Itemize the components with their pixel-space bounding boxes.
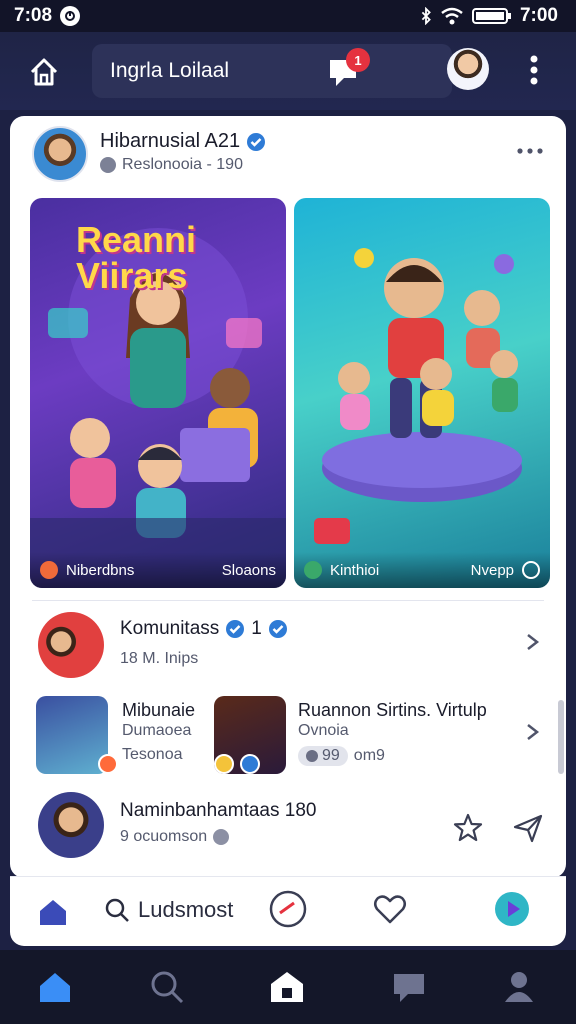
battery-icon xyxy=(471,8,511,24)
search-action[interactable]: Ludsmost xyxy=(104,897,233,923)
person-sub: 9 ocuomson xyxy=(120,828,230,846)
person-title: Naminbanhamtaas 180 xyxy=(120,800,317,821)
person-row[interactable]: Naminbanhamtaas 180 9 ocuomson xyxy=(10,792,566,866)
chevron-right-icon[interactable] xyxy=(522,632,542,652)
verified-icon xyxy=(268,620,287,638)
app-indicator-icon xyxy=(60,6,81,26)
author-avatar[interactable] xyxy=(32,126,88,182)
illustration-music-dance xyxy=(314,248,522,544)
badge-icon xyxy=(240,754,260,774)
person-sub-text: 9 ocuomson xyxy=(120,828,208,845)
community-sub: 18 M. Inips xyxy=(120,650,199,667)
tile-caption-text: Niberdbns xyxy=(66,561,135,579)
card-action-bar: Ludsmost xyxy=(10,876,566,946)
emoji-icon xyxy=(214,754,234,774)
app-header: Ingrla Loilaal xyxy=(0,32,576,110)
notification-badge: 1 xyxy=(346,48,370,72)
feed-card: Hibarnusial A21 Reslonooia - 190 Reanni … xyxy=(10,116,566,878)
count-pill-text: 99 xyxy=(322,747,340,764)
community-avatar xyxy=(38,612,104,678)
scrollbar[interactable] xyxy=(558,700,564,774)
community-row[interactable]: Komunitass 1 18 M. Inips xyxy=(10,610,566,684)
post-author-name: Hibarnusial A21 xyxy=(100,130,241,152)
nav-search-icon[interactable] xyxy=(148,968,186,1006)
wifi-icon xyxy=(441,7,463,25)
compass-icon[interactable] xyxy=(268,889,308,929)
settings-icon xyxy=(213,829,230,845)
status-left: 7:08 xyxy=(14,5,81,27)
search-icon xyxy=(105,898,129,922)
count-pill: 99 xyxy=(298,746,348,766)
more-horizontal-icon[interactable] xyxy=(516,144,544,158)
search-action-label: Ludsmost xyxy=(138,897,234,922)
left-title: Mibunaie xyxy=(122,700,196,720)
tile-caption-left: Niberdbns Sloaons xyxy=(30,552,286,588)
home-icon[interactable] xyxy=(36,895,70,929)
home-icon[interactable] xyxy=(26,54,62,90)
star-icon[interactable] xyxy=(452,812,484,844)
community-name: Komunitass xyxy=(120,618,220,639)
verified-icon xyxy=(226,620,245,638)
heart-icon[interactable] xyxy=(372,891,408,927)
right-meta-text: om9 xyxy=(353,747,385,764)
status-bar: 7:08 7:00 xyxy=(0,0,576,32)
profile-avatar[interactable] xyxy=(447,48,489,90)
status-right: 7:00 xyxy=(420,5,558,27)
left-meta: Tesonoa xyxy=(122,746,183,763)
pill-dot-icon xyxy=(306,750,318,762)
tile-caption-right: Kinthioi Nvepp xyxy=(294,552,550,588)
status-clock: 7:00 xyxy=(519,5,558,26)
more-vertical-icon[interactable] xyxy=(524,54,544,86)
right-meta: 99 om9 xyxy=(298,746,385,766)
fire-icon xyxy=(98,754,118,774)
bluetooth-icon xyxy=(421,7,431,25)
chevron-right-icon[interactable] xyxy=(522,722,542,742)
media-tile-left[interactable]: Reanni Viirars Niberdbns Sloaons xyxy=(30,198,286,588)
reaction-icon xyxy=(40,561,58,579)
post-author[interactable]: Hibarnusial A21 xyxy=(100,130,266,153)
tile-title: Reanni Viirars xyxy=(76,219,197,296)
media-tile-right[interactable]: Kinthioi Nvepp xyxy=(294,198,550,588)
status-time: 7:08 xyxy=(14,5,53,26)
search-text: Ingrla Loilaal xyxy=(110,59,230,82)
tile-caption-text-2: Kinthioi xyxy=(330,561,380,579)
play-ring-icon[interactable] xyxy=(522,561,540,579)
tile-caption-secondary-2: Nvepp xyxy=(470,561,514,579)
bottom-navigation xyxy=(0,950,576,1024)
right-sub: Ovnoia xyxy=(298,722,349,739)
send-icon[interactable] xyxy=(512,812,544,844)
recommendation-row[interactable]: Mibunaie Dumaoea Tesonoa Ruannon Sirtins… xyxy=(10,696,566,780)
verified-icon xyxy=(247,132,266,151)
nav-home-icon[interactable] xyxy=(36,968,74,1006)
community-title: Komunitass 1 xyxy=(120,618,288,640)
left-sub: Dumaoea xyxy=(122,722,192,739)
right-title: Ruannon Sirtins. Virtulp xyxy=(298,700,487,720)
community-count: 1 xyxy=(251,618,262,639)
person-avatar xyxy=(38,792,104,858)
post-meta: Reslonooia - 190 xyxy=(100,156,243,174)
video-chat-icon[interactable] xyxy=(492,889,532,929)
audience-icon xyxy=(100,157,116,173)
divider xyxy=(32,600,544,601)
nav-create-icon[interactable] xyxy=(268,968,306,1006)
post-meta-text: Reslonooia - 190 xyxy=(122,156,243,173)
tile-caption-secondary: Sloaons xyxy=(221,561,276,579)
nav-messages-icon[interactable] xyxy=(390,968,428,1006)
nav-profile-icon[interactable] xyxy=(500,968,538,1006)
music-note-icon xyxy=(304,561,322,579)
search-field[interactable]: Ingrla Loilaal xyxy=(92,44,452,98)
